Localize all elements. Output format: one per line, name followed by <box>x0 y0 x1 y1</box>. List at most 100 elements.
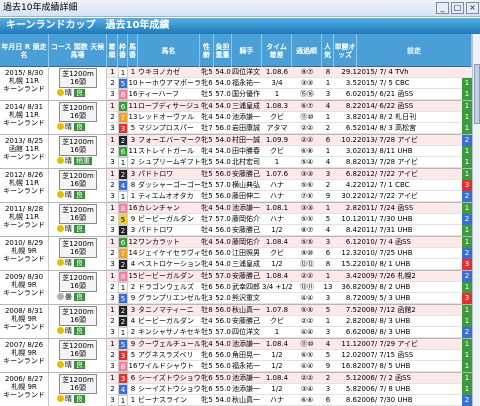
scrollbar-thumb[interactable] <box>474 64 480 124</box>
passing-order: ⑤⑥ <box>300 181 314 189</box>
column-header[interactable]: 馬番 <box>128 34 138 67</box>
course-cell: 芝1200m 16頭晴良 <box>49 67 107 100</box>
race-date-cell[interactable]: 2008/ 8/31 札幌 9R キーンランド <box>0 305 49 338</box>
previous-race: 2013/ 7/28 アイビ <box>357 158 418 166</box>
race-group: 2007/ 8/26 札幌 9R キーンランド 芝1200m 16頭晴良 1 5 9 クーヴェル… <box>0 339 472 373</box>
table-row[interactable]: 2 2 4 ビービーガルダン 牡4 56.0 安藤勝己 クビ ②② 1 2.8 2008/ 8/ 3 … <box>107 316 472 327</box>
finish-position: 2 <box>110 351 115 359</box>
course-box: 芝1200m 16頭 <box>59 136 97 156</box>
table-row[interactable]: 1 3 6 シーイズトウショウ 牝6 55.0 池添謙一 1.08.4 ②② 2 5.1 2006/ … <box>107 373 472 384</box>
finish-position: 3 <box>110 396 115 404</box>
previous-finish-badge: 3 <box>462 259 472 270</box>
race-date-cell[interactable]: 2013/ 8/25 函館 11R キーンランド <box>0 135 49 168</box>
previous-finish-badge: 2 <box>462 327 472 338</box>
race-date-cell[interactable]: 2010/ 8/29 札幌 9R キーンランド <box>0 237 49 270</box>
column-header[interactable]: 通過順 <box>292 34 322 67</box>
table-row[interactable]: 2 4 8 ダッシャーゴーゴー 牡5 57.0 横山典弘 ハナ ⑤⑥ 2 4.2 2012/ 7/ 1… <box>107 180 472 191</box>
popularity: 3 <box>325 385 331 393</box>
column-header[interactable]: 年月日 R 競走名 <box>0 34 49 67</box>
jockey: 福永祐一 <box>232 79 260 87</box>
table-row[interactable]: 2 1 2 ドラゴンウェルズ 牡6 56.0 武幸四郎 3/4 +1/2 ⑬⑪ 13 36.8 200… <box>107 282 472 293</box>
column-header[interactable]: タイム 着差 <box>262 34 292 67</box>
previous-race: 2010/ 7/ 4 函SS <box>357 238 412 246</box>
time-margin: 1.08.3 <box>265 102 289 110</box>
table-row[interactable]: 1 2 3 パドトロワ 牡5 56.0 安藤勝己 1.07.6 ③③ 3 6.8 2012/ 7/22… <box>107 169 472 180</box>
race-date-cell[interactable]: 2012/ 8/26 札幌 11R キーンランド <box>0 169 49 202</box>
sex-age: 牝4 <box>201 147 213 155</box>
course-line: 16頭 <box>70 384 86 392</box>
odds: 8.7 <box>345 294 357 302</box>
race-date-cell[interactable]: 2015/ 8/30 札幌 11R キーンランド <box>0 67 49 100</box>
vertical-scrollbar[interactable] <box>472 34 480 406</box>
table-row[interactable]: 3 3 5 マジンプロスパー 牡7 56.0 岩田康誠 アタマ ②② 2 6.5 2014/ 8/ 3… <box>107 123 472 134</box>
passing-order: ②② <box>300 124 314 132</box>
gate-number: 7 <box>118 112 128 123</box>
horse-number: 3 <box>130 306 136 314</box>
jockey: 角田晃一 <box>232 351 260 359</box>
race-date-line: 2013/ 8/25 <box>4 137 44 145</box>
odds: 6.6 <box>345 328 357 336</box>
race-group: 2015/ 8/30 札幌 11R キーンランド 芝1200m 16頭晴良 1 1 1 ウキヨノ… <box>0 67 472 101</box>
table-row[interactable]: 3 2 3 パドトロワ 牡4 56.0 安藤勝己 1/2 ⑧⑦ 4 8.4 2011/ 7/31 UH… <box>107 225 472 236</box>
passing-order: ③③ <box>300 170 314 178</box>
table-row[interactable]: 2 7 14 ジェイケイセラヴィ 牡6 56.0 江田照男 クビ ⑨⑩ 6 12.3 2010/ 7/… <box>107 248 472 259</box>
table-row[interactable]: 3 1 2 シュプリームギフト 牝5 54.0 北村宏司 1 ⑤④ 4 8.8 2013/ 7/28 … <box>107 157 472 168</box>
table-row[interactable]: 1 1 1 ウキヨノカゼ 牝5 54.0 四位洋文 1.08.6 ⑨⑦ 8 29.1 2015/ 7/… <box>107 67 472 78</box>
race-date-cell[interactable]: 2009/ 8/30 札幌 9R キーンランド <box>0 271 49 304</box>
finish-position: 2 <box>110 283 115 291</box>
column-header[interactable]: 単勝オッズ <box>334 34 357 67</box>
gate-number: 3 <box>118 123 128 134</box>
minimize-button[interactable]: _ <box>436 2 449 14</box>
weight: 56.0 <box>215 124 231 132</box>
table-row[interactable]: 1 8 15 ビービーガルダン 牡5 57.0 安藤勝己 1.08.4 ②② 1 3.4 2009/ … <box>107 271 472 282</box>
close-button[interactable]: × <box>466 2 479 14</box>
race-date-cell[interactable]: 2007/ 8/26 札幌 9R キーンランド <box>0 339 49 372</box>
time-margin: クビ <box>270 249 284 257</box>
table-row[interactable]: 3 1 1 ティエムオオタカ 牡5 56.0 藤田伸二 ハナ ⑦⑥ 9 30.2 2012/ 7/22… <box>107 191 472 202</box>
finish-position: 3 <box>110 90 115 98</box>
gate-number: 1 <box>118 157 128 168</box>
course-box: 芝1200m 16頭 <box>59 340 97 360</box>
gate-number: 4 <box>118 384 128 395</box>
horse-name: シーイズトウショウ <box>138 385 200 393</box>
gate-number: 8 <box>118 203 128 214</box>
weight: 57.0 <box>215 90 231 98</box>
column-header[interactable]: コース 頭数 天候馬場 <box>49 34 107 67</box>
table-row[interactable]: 2 6 11 ストレイトガール 牝4 54.0 田中勝春 クビ ⑥⑧ 1 3.0 2013/ 8/11… <box>107 146 472 157</box>
column-header[interactable]: 騎手 <box>232 34 262 67</box>
table-row[interactable]: 1 8 16 カレンチャン 牝4 54.0 池添謙一 1.08.1 ③③ 1 2.8 2011/ 7/… <box>107 203 472 214</box>
table-row[interactable]: 1 6 11 ローブディサージュ 牝4 54.0 三浦皇成 1.08.3 ⑥⑦ 4 8.2 2014/… <box>107 101 472 112</box>
column-header[interactable]: 性齢 <box>200 34 214 67</box>
race-date-cell[interactable]: 2011/ 8/28 札幌 11R キーンランド <box>0 203 49 236</box>
table-row[interactable]: 2 3 5 アグネスラズベリ 牝6 56.0 角田晃一 1/2 ⑥⑤ 5 12.0 2007/ 7/1… <box>107 350 472 361</box>
table-row[interactable]: 2 4 8 シーイズトウショウ 牝6 55.0 池添謙一 1/2 ③④ 3 5.8 2006/ 7/ … <box>107 384 472 395</box>
race-date-cell[interactable]: 2014/ 8/31 札幌 11R キーンランド <box>0 101 49 134</box>
table-row[interactable]: 1 6 12 ワンカラット 牝4 54.0 藤岡佑介 1.08.4 ⑤⑤ 3 6.1 2010/ 7/… <box>107 237 472 248</box>
finish-position: 1 <box>110 68 115 76</box>
table-row[interactable]: 3 1 2 キンシャサノキセキ 牡5 57.0 四位洋文 1 ④④ 3 6.6 2008/ 8/ 3 … <box>107 327 472 338</box>
table-row[interactable]: 2 5 9 ビービーガルダン 牡7 57.0 藤岡佑介 ハナ ⑤⑤ 5 10.1 2011/ 7/30… <box>107 214 472 225</box>
table-row[interactable]: 2 5 10 トーホウアマポーラ 牝6 54.0 福永祐一 3/4 ③③ 1 3.5 2015/ 7/… <box>107 78 472 89</box>
table-row[interactable]: 3 8 16 ティーハーフ 牡5 57.0 国分優作 1 ⑮⑯ 3 6.0 2015/ 6/21 函S… <box>107 89 472 100</box>
column-header[interactable]: 着順 <box>107 34 118 67</box>
table-row[interactable]: 2 7 13 レッドオーヴァル 牝4 54.0 池添謙一 クビ ⑪⑩ 1 3.8 2014/ 8/ 2… <box>107 112 472 123</box>
weather-label: 晴 <box>65 191 72 199</box>
table-row[interactable]: 3 1 1 ビーナスライン 牝5 54.0 秋山真一 ハナ ⑥⑥ 6 8.6 2006/ 7/30 U… <box>107 395 472 406</box>
column-header[interactable]: 人気 <box>322 34 334 67</box>
finish-position: 3 <box>110 328 115 336</box>
finish-position: 3 <box>110 362 115 370</box>
column-header[interactable]: 負担重量 <box>214 34 232 67</box>
table-row[interactable]: 1 2 3 フォーエバーマーク 牝5 54.0 村田一誠 1.09.9 ②② 6 10.2 2013/… <box>107 135 472 146</box>
horse-number: 8 <box>130 385 136 393</box>
column-header[interactable]: 枠番 <box>118 34 128 67</box>
table-row[interactable]: 1 2 3 タニノマティーニ 牡8 56.0 秋山真一 1.07.8 ⑤⑤ 5 7.5 2008/ 7… <box>107 305 472 316</box>
race-date-cell[interactable]: 2006/ 8/27 札幌 9R キーンランド <box>0 373 49 406</box>
column-header[interactable]: 前走 <box>357 34 472 67</box>
table-row[interactable]: 3 2 4 ベストロケーション 牝4 54.0 三浦皇成 1/2 ⑫⑫ 8 15.2 2010/ 8/… <box>107 259 472 270</box>
finish-position: 2 <box>110 181 115 189</box>
table-row[interactable]: 1 5 9 クーヴェルチュール 牝4 54.0 池添謙一 1.08.4 ⑪⑩ 4 11.1 2007/… <box>107 339 472 350</box>
column-header[interactable]: 馬名 <box>138 34 200 67</box>
maximize-button[interactable]: □ <box>451 2 464 14</box>
table-row[interactable]: 3 8 16 ワイルドシャウト 牡5 56.0 福永祐一 1/2 ④④ 9 16.8 2007/ 8/… <box>107 361 472 372</box>
table-row[interactable]: 3 5 9 グランプリエンゼル 牝3 52.0 熊沢重文 ④④ 3 8.7 2009/ 5/ 3 U… <box>107 293 472 304</box>
